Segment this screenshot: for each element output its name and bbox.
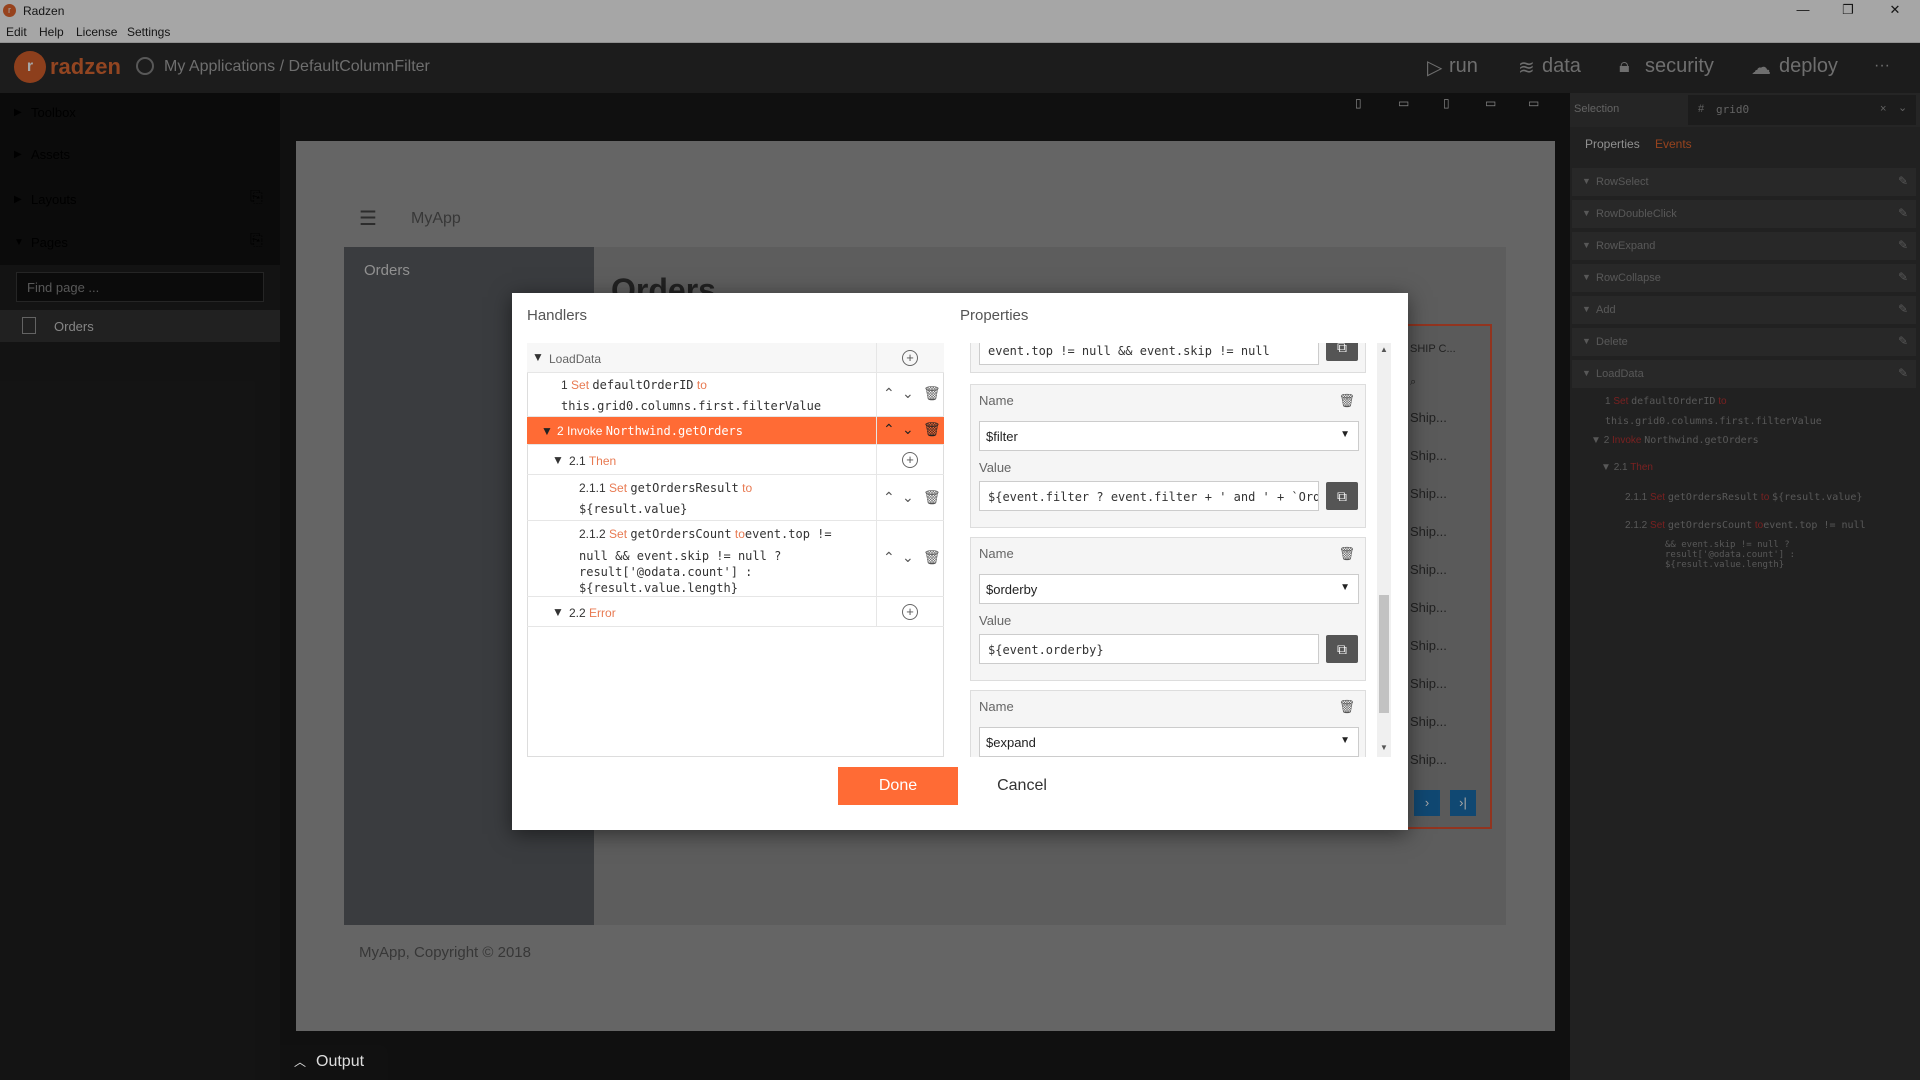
row-separator [876,597,877,626]
delete-icon[interactable]: 🗑︎ [923,489,941,506]
caret-down-icon[interactable]: ▼ [532,350,544,364]
param-card-clipped: event.top != null && event.skip != null … [970,343,1366,373]
move-down-icon[interactable]: ⌄ [902,489,914,506]
move-up-icon[interactable]: ⌃ [883,385,895,402]
move-up-icon[interactable]: ⌃ [883,549,895,566]
action-expression: result['@odata.count'] : [579,565,753,579]
dropdown-arrow-icon: ▼ [1340,582,1350,593]
action-number: 2.1.2 [579,527,606,541]
handler-row-loaddata[interactable]: ▼ LoadData + [527,343,944,373]
open-editor-icon[interactable]: ⧉ [1326,482,1358,510]
done-button[interactable]: Done [838,767,958,805]
open-editor-icon[interactable]: ⧉ [1326,635,1358,663]
action-number: 2.1.1 [579,481,606,495]
add-action-icon[interactable]: + [902,350,918,366]
action-target: defaultOrderID [592,378,694,392]
handler-row-1[interactable]: 1 Set defaultOrderID to this.grid0.colum… [527,373,944,417]
dropdown-arrow-icon: ▼ [1340,429,1350,440]
row-separator [876,445,877,474]
action-keyword: to [696,378,707,392]
move-up-icon[interactable]: ⌃ [883,489,895,506]
param-value-label: Value [979,460,1012,475]
delete-icon[interactable]: 🗑︎ [923,549,941,566]
chevron-up-icon: ︿ [294,1055,307,1069]
handler-row-2-1[interactable]: ▼ 2.1 Then + [527,445,944,475]
handler-row-2-2[interactable]: ▼ 2.2 Error + [527,597,944,627]
action-keyword: Set [571,378,590,392]
handler-root-label: LoadData [549,352,602,366]
properties-heading: Properties [960,307,1029,324]
dropdown-arrow-icon: ▼ [1340,735,1350,746]
handler-row-2-1-1[interactable]: 2.1.1 Set getOrdersResult to ${result.va… [527,475,944,521]
action-target: Northwind.getOrders [605,424,744,438]
action-expression-block: null && event.skip != null ? result['@od… [579,548,781,596]
output-tab[interactable]: ︿ Output [280,1045,388,1080]
action-number: 2.1 [569,454,586,468]
param-card-expand: Name 🗑︎ $expand ▼ [970,690,1366,757]
row-separator [876,373,877,416]
caret-down-icon[interactable]: ▼ [552,453,564,467]
output-label: Output [316,1053,365,1070]
action-keyword: Error [589,606,616,620]
action-number: 2 [557,424,564,438]
move-down-icon[interactable]: ⌄ [902,549,914,566]
param-card-orderby: Name 🗑︎ $orderby ▼ Value ${event.orderby… [970,537,1366,681]
delete-icon[interactable]: 🗑︎ [923,421,941,438]
param-value-input[interactable]: event.top != null && event.skip != null [979,343,1319,365]
open-editor-icon[interactable]: ⧉ [1326,343,1358,361]
action-expression: this.grid0.columns.first.filterValue [561,399,822,413]
action-expression: ${result.value} [579,502,688,516]
action-keyword: Set [609,527,628,541]
caret-down-icon[interactable]: ▼ [541,424,553,438]
action-number: 2.2 [569,606,586,620]
param-name-select[interactable]: $orderby ▼ [979,574,1359,604]
row-separator [876,475,877,520]
row-separator [876,417,877,444]
scroll-up-icon[interactable]: ▲ [1380,345,1388,354]
handlers-heading: Handlers [527,307,588,324]
action-keyword: to [742,481,753,495]
add-action-icon[interactable]: + [902,604,918,620]
caret-down-icon[interactable]: ▼ [552,605,564,619]
delete-param-icon[interactable]: 🗑︎ [1338,699,1355,715]
action-target: getOrdersResult [630,481,739,495]
param-name-label: Name [979,546,1014,561]
action-target: getOrdersCount [630,527,732,541]
param-name-label: Name [979,699,1014,714]
param-card-filter: Name 🗑︎ $filter ▼ Value ${event.filter ?… [970,384,1366,528]
row-separator [876,521,877,596]
move-down-icon[interactable]: ⌄ [902,385,914,402]
delete-param-icon[interactable]: 🗑︎ [1338,393,1355,409]
cancel-button[interactable]: Cancel [980,767,1064,805]
param-name-label: Name [979,393,1014,408]
scroll-down-icon[interactable]: ▼ [1380,743,1388,752]
param-value-input[interactable]: ${event.filter ? event.filter + ' and ' … [979,481,1319,511]
action-expression: null && event.skip != null ? [579,549,782,563]
row-separator [876,343,877,372]
add-action-icon[interactable]: + [902,452,918,468]
delete-param-icon[interactable]: 🗑︎ [1338,546,1355,562]
action-keyword: Invoke [567,424,603,438]
param-name-select[interactable]: $expand ▼ [979,727,1359,757]
delete-icon[interactable]: 🗑︎ [923,385,941,402]
param-value-input[interactable]: ${event.orderby} [979,634,1319,664]
param-name-select[interactable]: $filter ▼ [979,421,1359,451]
handler-row-2-1-2[interactable]: 2.1.2 Set getOrdersCount toevent.top != … [527,521,944,597]
move-down-icon[interactable]: ⌄ [902,421,914,438]
param-value-label: Value [979,613,1012,628]
param-name-value: $expand [986,735,1036,750]
action-keyword: Set [609,481,628,495]
param-name-value: $orderby [986,582,1038,597]
action-keyword: Then [588,454,617,468]
move-up-icon[interactable]: ⌃ [883,421,895,438]
action-number: 1 [561,378,568,392]
action-expression: event.top != [744,527,832,541]
scrollbar-thumb[interactable] [1379,595,1389,713]
action-expression: ${result.value.length} [579,581,738,595]
action-keyword: to [734,527,745,541]
param-name-value: $filter [986,429,1018,444]
handler-row-2[interactable]: ▼ 2 Invoke Northwind.getOrders ⌃ ⌄ 🗑︎ [527,417,944,445]
